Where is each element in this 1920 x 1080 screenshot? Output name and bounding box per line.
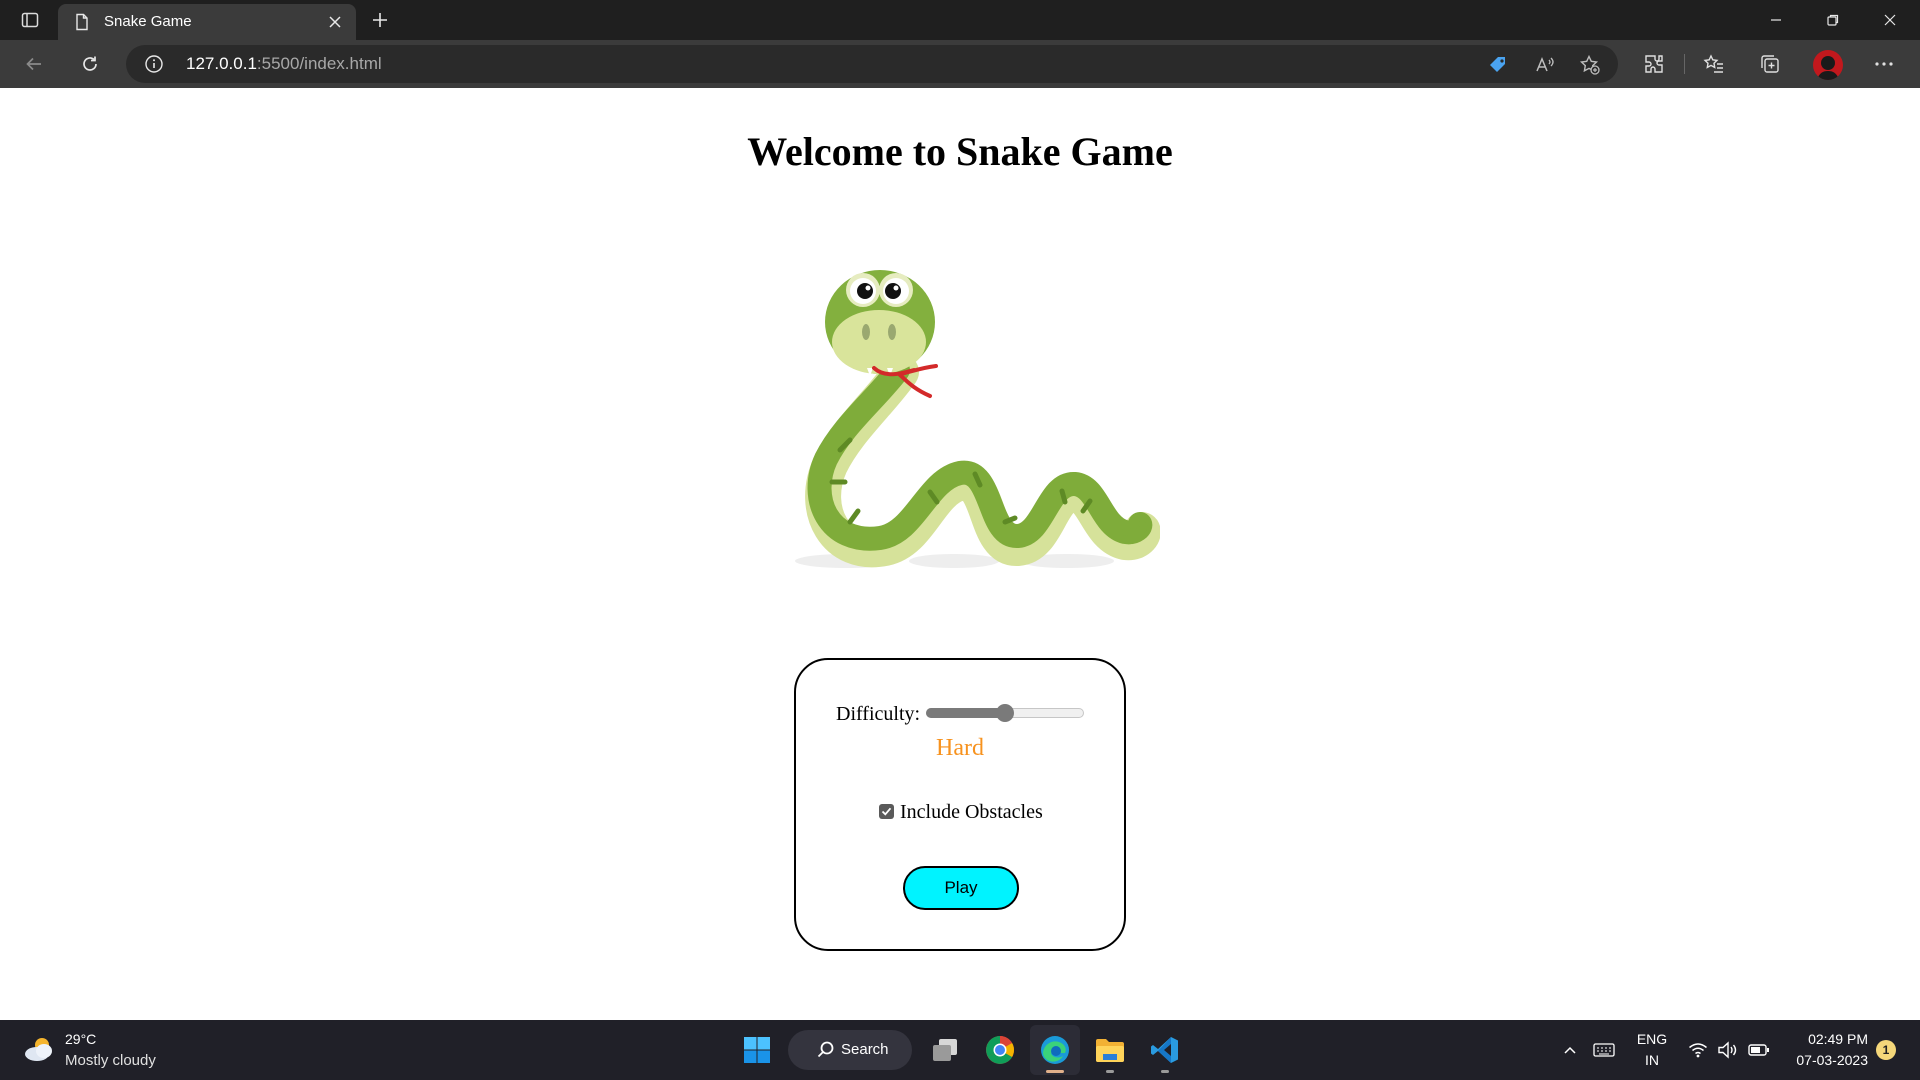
- taskbar-search[interactable]: Search: [788, 1030, 912, 1070]
- favorites-icon[interactable]: [1698, 48, 1730, 80]
- vscode-running-indicator: [1161, 1070, 1169, 1073]
- extensions-icon[interactable]: [1638, 48, 1670, 80]
- search-label: Search: [841, 1041, 889, 1058]
- difficulty-label: Difficulty:: [836, 703, 921, 725]
- difficulty-value: Hard: [936, 735, 984, 761]
- chrome-icon[interactable]: [975, 1025, 1025, 1075]
- slider-fill: [926, 708, 1005, 718]
- difficulty-slider[interactable]: [926, 704, 1084, 722]
- browser-tab-bar: Snake Game: [0, 0, 1920, 40]
- url-path: :5500/index.html: [256, 54, 382, 73]
- refresh-icon[interactable]: [74, 48, 106, 80]
- more-options-icon[interactable]: [1868, 48, 1900, 80]
- slider-thumb[interactable]: [996, 704, 1014, 722]
- clock-date[interactable]: 07-03-2023: [1796, 1052, 1868, 1068]
- show-hidden-icons-icon[interactable]: [1556, 1036, 1584, 1064]
- play-button[interactable]: Play: [903, 866, 1019, 910]
- address-bar: 127.0.0.1:5500/index.html: [0, 40, 1920, 88]
- site-info-icon[interactable]: [144, 54, 164, 74]
- explorer-running-indicator: [1106, 1070, 1114, 1073]
- tab-close-icon[interactable]: [324, 11, 346, 33]
- settings-card: Difficulty: Hard Include Obstacles Play: [794, 658, 1126, 951]
- add-favorite-icon[interactable]: [1579, 54, 1601, 76]
- vscode-icon[interactable]: [1140, 1025, 1190, 1075]
- profile-avatar[interactable]: [1813, 50, 1843, 80]
- edge-active-indicator: [1046, 1070, 1064, 1073]
- tab-actions-icon[interactable]: [14, 6, 46, 34]
- restore-icon[interactable]: [1805, 0, 1861, 40]
- weather-temperature[interactable]: 29°C: [65, 1031, 96, 1047]
- wifi-icon[interactable]: [1684, 1036, 1712, 1064]
- volume-icon[interactable]: [1714, 1036, 1742, 1064]
- weather-description[interactable]: Mostly cloudy: [65, 1052, 156, 1069]
- windows-start-icon[interactable]: [732, 1025, 782, 1075]
- active-tab[interactable]: Snake Game: [58, 4, 356, 40]
- close-window-icon[interactable]: [1862, 0, 1918, 40]
- url-host: 127.0.0.1: [186, 54, 257, 73]
- url-field[interactable]: 127.0.0.1:5500/index.html: [126, 45, 1618, 83]
- search-icon: [816, 1040, 836, 1060]
- windows-taskbar: 29°C Mostly cloudy Search ENG IN 02:49 P…: [0, 1020, 1920, 1080]
- back-icon[interactable]: [18, 48, 50, 80]
- page-icon: [72, 12, 92, 32]
- toolbar-divider: [1684, 54, 1685, 74]
- obstacles-label: Include Obstacles: [900, 801, 1043, 823]
- shopping-tag-icon[interactable]: [1487, 54, 1509, 76]
- collections-icon[interactable]: [1754, 48, 1786, 80]
- minimize-icon[interactable]: [1748, 0, 1804, 40]
- clock-time[interactable]: 02:49 PM: [1808, 1031, 1868, 1047]
- checkmark-icon: [881, 807, 892, 816]
- edge-icon[interactable]: [1030, 1025, 1080, 1075]
- obstacles-checkbox[interactable]: [879, 804, 894, 819]
- battery-icon[interactable]: [1745, 1036, 1773, 1064]
- new-tab-icon[interactable]: [365, 6, 395, 34]
- page-title: Welcome to Snake Game: [747, 129, 1173, 174]
- notification-badge[interactable]: 1: [1876, 1040, 1896, 1060]
- tab-title: Snake Game: [104, 13, 192, 30]
- file-explorer-icon[interactable]: [1085, 1025, 1135, 1075]
- snake-illustration: [780, 260, 1161, 580]
- language-indicator[interactable]: ENG: [1630, 1031, 1674, 1047]
- task-view-icon[interactable]: [920, 1025, 970, 1075]
- region-indicator[interactable]: IN: [1630, 1052, 1674, 1068]
- touch-keyboard-icon[interactable]: [1590, 1036, 1618, 1064]
- url-text: 127.0.0.1:5500/index.html: [186, 45, 382, 83]
- read-aloud-icon[interactable]: [1534, 54, 1556, 76]
- weather-cloudy-icon[interactable]: [22, 1034, 56, 1064]
